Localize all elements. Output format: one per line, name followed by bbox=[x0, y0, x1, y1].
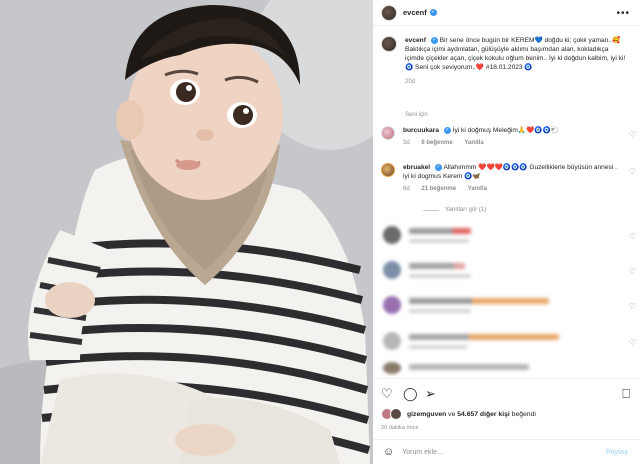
commenter-avatar[interactable] bbox=[381, 126, 395, 140]
comment-username[interactable]: burcuukara bbox=[403, 127, 439, 134]
blurred-comment bbox=[381, 332, 637, 354]
blurred-comment bbox=[381, 261, 637, 283]
comment-input[interactable]: Yorum ekle... bbox=[402, 449, 443, 456]
more-horizontal-icon[interactable]: ••• bbox=[616, 8, 630, 19]
post-actions-bar: ♡ ◯ ➢ ⎕ bbox=[373, 378, 640, 408]
likes-connector: ve bbox=[446, 410, 458, 418]
blurred-meta bbox=[409, 309, 471, 313]
post-detail-panel: evcenf ✓ ••• evcenf ✓ Bir sene önce bugü… bbox=[373, 0, 640, 464]
post-header: evcenf ✓ ••• bbox=[373, 0, 640, 26]
comment-age: 3d bbox=[403, 140, 410, 146]
view-replies-label: Yanıtları gör (1) bbox=[445, 207, 487, 213]
verified-badge-icon: ✓ bbox=[430, 36, 438, 44]
liker-avatar bbox=[390, 408, 402, 420]
blurred-text bbox=[409, 364, 529, 370]
post-caption: evcenf ✓ Bir sene önce bugün bir KEREM💙 … bbox=[381, 36, 633, 87]
comment-item: ebruakel ✓ Allahımmm ❤️❤️❤️🧿🧿🧿 Guzellikl… bbox=[381, 163, 637, 194]
liker-avatars bbox=[381, 408, 403, 420]
add-comment-bar: ☺ Yorum ekle... Paylaş bbox=[373, 439, 640, 464]
blurred-avatar bbox=[383, 362, 401, 374]
likes-suffix: beğendi bbox=[509, 410, 536, 418]
author-username[interactable]: evcenf bbox=[403, 8, 427, 17]
reply-button[interactable]: Yanıtla bbox=[464, 140, 483, 146]
blurred-text bbox=[409, 228, 471, 234]
comment-age: 6d bbox=[403, 186, 410, 192]
blurred-text bbox=[409, 334, 559, 340]
likes-count[interactable]: 54.657 diğer kişi bbox=[457, 411, 510, 418]
blurred-meta bbox=[409, 239, 469, 243]
comment-item: burcuukara ✓ İyi ki doğmuş Meleğim🙏❤️🧿🧿🐑… bbox=[381, 126, 637, 148]
blurred-meta bbox=[409, 274, 471, 278]
comment-heart-icon[interactable]: ♡ bbox=[629, 167, 636, 176]
verified-badge-icon: ✓ bbox=[443, 126, 451, 134]
caption-username[interactable]: evcenf bbox=[405, 37, 426, 44]
blurred-avatar bbox=[383, 296, 401, 314]
comment-likes[interactable]: 6 beğenme bbox=[421, 140, 452, 146]
comment-username[interactable]: ebruakel bbox=[403, 164, 430, 171]
verified-badge-icon: ✓ bbox=[429, 9, 437, 16]
blurred-comment bbox=[381, 362, 637, 376]
heart-icon[interactable]: ♡ bbox=[381, 386, 393, 402]
baby-photo-illustration bbox=[0, 0, 373, 464]
replies-divider bbox=[423, 209, 439, 211]
post-comment-button[interactable]: Paylaş bbox=[606, 449, 628, 456]
comment-heart-icon[interactable]: ♡ bbox=[629, 267, 636, 276]
comment-heart-icon[interactable]: ♡ bbox=[629, 130, 636, 139]
author-avatar[interactable] bbox=[381, 4, 397, 21]
share-icon[interactable]: ➢ bbox=[425, 386, 436, 402]
caption-author-avatar[interactable] bbox=[381, 36, 397, 52]
blurred-avatar bbox=[383, 226, 401, 244]
post-photo[interactable] bbox=[0, 0, 373, 464]
blurred-avatar bbox=[383, 261, 401, 279]
reply-button[interactable]: Yanıtla bbox=[468, 186, 487, 192]
view-replies-link[interactable]: Yanıtları gör (1) bbox=[423, 207, 486, 213]
comment-heart-icon[interactable]: ♡ bbox=[629, 232, 636, 241]
blurred-text bbox=[409, 298, 549, 304]
liker-username[interactable]: gizemguven bbox=[407, 411, 446, 418]
caption-text: Bir sene önce bugün bir KEREM💙 doğdu ki;… bbox=[405, 37, 626, 71]
emoji-icon[interactable]: ☺ bbox=[383, 446, 394, 458]
see-translation-link[interactable]: Seni için bbox=[405, 112, 428, 118]
blurred-comment bbox=[381, 296, 637, 318]
likes-summary[interactable]: gizemguven ve 54.657 diğer kişi beğendi bbox=[381, 408, 536, 420]
comment-heart-icon[interactable]: ♡ bbox=[629, 338, 636, 347]
caption-age: 20d bbox=[405, 79, 416, 85]
comment-icon[interactable]: ◯ bbox=[403, 386, 418, 402]
comment-text: İyi ki doğmuş Meleğim🙏❤️🧿🧿🐑 bbox=[452, 127, 559, 134]
blurred-avatar bbox=[383, 332, 401, 350]
blurred-comment bbox=[381, 226, 637, 248]
comment-heart-icon[interactable]: ♡ bbox=[629, 302, 636, 311]
verified-badge-icon: ✓ bbox=[434, 163, 442, 171]
blurred-meta bbox=[409, 345, 467, 349]
comment-likes[interactable]: 21 beğenme bbox=[421, 186, 456, 192]
bookmark-icon[interactable]: ⎕ bbox=[622, 386, 630, 402]
commenter-avatar[interactable] bbox=[381, 163, 395, 177]
post-time-ago: 20 dakika önce bbox=[381, 425, 419, 431]
blurred-text bbox=[409, 263, 465, 269]
